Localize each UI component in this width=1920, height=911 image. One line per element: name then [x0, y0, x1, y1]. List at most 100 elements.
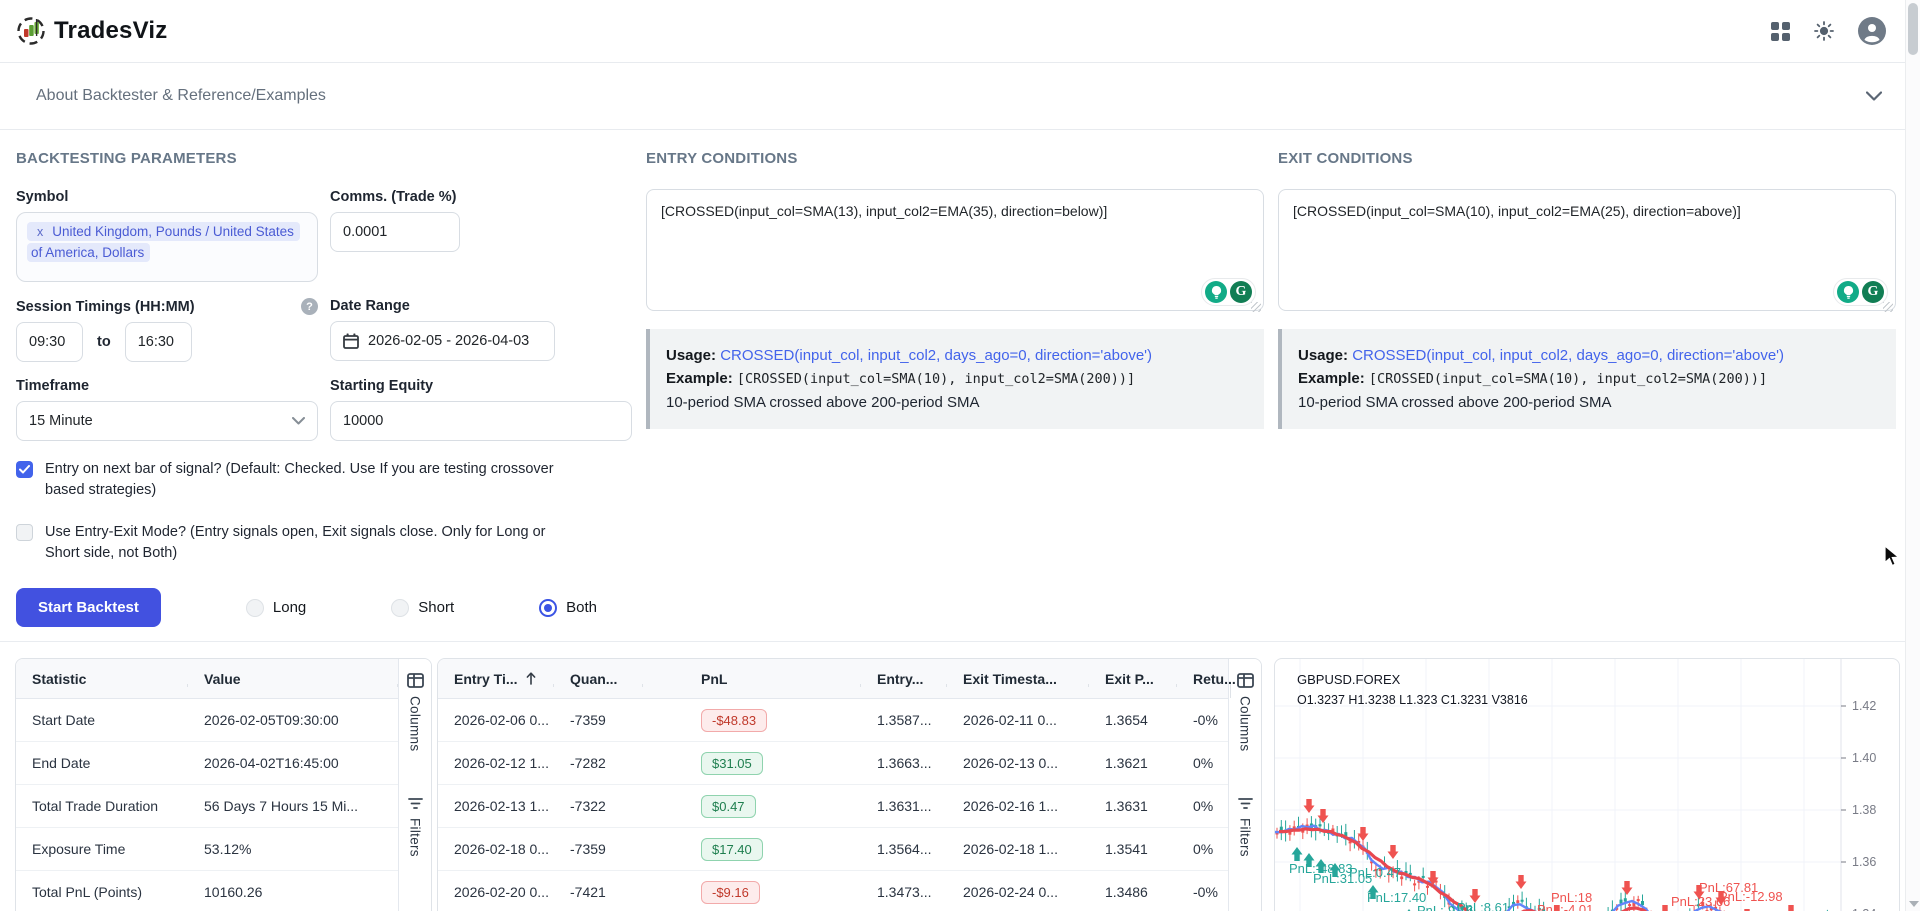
textarea-resize-handle[interactable] [1251, 302, 1261, 312]
radio-circle[interactable] [539, 599, 557, 617]
table-row[interactable]: Total PnL (Points)10160.26 [16, 871, 398, 911]
grammarly-widget[interactable]: G [1201, 278, 1256, 306]
entry-exit-checkbox[interactable] [16, 524, 33, 541]
y-axis-tick-label: 1.40 [1852, 751, 1876, 765]
columns-panel-button[interactable]: Columns [407, 673, 424, 751]
table-row[interactable]: 2026-02-12 1...-7282$31.051.3663...2026-… [438, 742, 1228, 785]
entry-conditions-input[interactable]: [CROSSED(input_col=SMA(13), input_col2=E… [646, 189, 1264, 311]
symbol-input[interactable]: xUnited Kingdom, Pounds / United States … [16, 212, 318, 282]
entry-time: 2026-02-13 1... [438, 798, 554, 814]
filters-panel-label: Filters [408, 818, 423, 857]
remove-symbol-button[interactable]: x [37, 225, 43, 239]
filters-panel-button[interactable]: Filters [408, 797, 423, 857]
columns-panel-label: Columns [408, 696, 423, 751]
pnl-marker-label: PnL:18 [1551, 890, 1592, 905]
sell-marker-icon [1304, 799, 1315, 813]
brand[interactable]: TradesViz [16, 16, 167, 46]
radio-circle[interactable] [391, 599, 409, 617]
account-avatar[interactable] [1858, 17, 1886, 45]
chart-legend: GBPUSD.FOREX O1.3237 H1.3238 L1.323 C1.3… [1297, 672, 1528, 707]
column-header-quantity[interactable]: Quan... [554, 671, 643, 687]
date-range-input[interactable]: 2026-02-05 - 2026-04-03 [330, 321, 555, 361]
stat-value: 56 Days 7 Hours 15 Mi... [188, 798, 398, 814]
column-header-entry-time[interactable]: Entry Ti... [438, 671, 554, 687]
starting-equity-input[interactable] [330, 401, 632, 441]
column-header-entry-price[interactable]: Entry... [861, 671, 947, 687]
trades-table: Entry Ti... Quan... PnL Entry... Exit Ti… [437, 658, 1262, 911]
scrollbar-down-arrow[interactable] [1909, 901, 1919, 907]
table-row[interactable]: 2026-02-18 0...-7359$17.401.3564...2026-… [438, 828, 1228, 871]
column-header-exit-price[interactable]: Exit P... [1089, 671, 1177, 687]
comms-input[interactable] [330, 212, 460, 252]
suggestion-bulb-icon[interactable] [1837, 281, 1859, 303]
entry-conditions-title: ENTRY CONDITIONS [646, 150, 1264, 167]
next-bar-checkbox-row: Entry on next bar of signal? (Default: C… [16, 459, 632, 501]
scrollbar-thumb[interactable] [1908, 3, 1918, 55]
y-axis-tick-label: 1.38 [1852, 803, 1876, 817]
y-axis-tick-label: 1.42 [1852, 699, 1876, 713]
exit-price: 1.3654 [1089, 712, 1177, 728]
page-scrollbar[interactable] [1905, 0, 1920, 911]
suggestion-bulb-icon[interactable] [1205, 281, 1227, 303]
grammarly-icon[interactable]: G [1230, 281, 1252, 303]
usage-description: 10-period SMA crossed above 200-period S… [666, 391, 1248, 414]
price-chart-panel[interactable]: GBPUSD.FOREX O1.3237 H1.3238 L1.323 C1.3… [1274, 658, 1900, 911]
grammarly-icon[interactable]: G [1862, 281, 1884, 303]
stat-value: 2026-04-02T16:45:00 [188, 755, 398, 771]
textarea-resize-handle[interactable] [1883, 302, 1893, 312]
usage-signature-link[interactable]: CROSSED(input_col, input_col2, days_ago=… [720, 347, 1152, 364]
pnl-badge: -$48.83 [701, 709, 767, 732]
trades-header-row: Entry Ti... Quan... PnL Entry... Exit Ti… [438, 659, 1228, 699]
calendar-icon [343, 333, 359, 349]
stat-name: End Date [16, 755, 188, 771]
exit-timestamp: 2026-02-24 0... [947, 884, 1089, 900]
table-row[interactable]: Exposure Time53.12% [16, 828, 398, 871]
sell-marker-icon [1660, 905, 1671, 911]
session-to-word: to [97, 334, 111, 350]
example-code: [CROSSED(input_col=SMA(10), input_col2=S… [737, 371, 1135, 387]
pnl-cell: $17.40 [643, 838, 861, 861]
columns-panel-button[interactable]: Columns [1237, 673, 1254, 751]
date-range-field: Date Range 2026-02-05 - 2026-04-03 [330, 298, 632, 362]
column-header-value[interactable]: Value [188, 671, 398, 687]
entry-price: 1.3587... [861, 712, 947, 728]
table-row[interactable]: 2026-02-20 0...-7421-$9.161.3473...2026-… [438, 871, 1228, 911]
table-row[interactable]: 2026-02-13 1...-7322$0.471.3631...2026-0… [438, 785, 1228, 828]
radio-circle[interactable] [246, 599, 264, 617]
stat-name: Start Date [16, 712, 188, 728]
sell-marker-icon [1388, 845, 1399, 859]
exit-price: 1.3541 [1089, 841, 1177, 857]
side-radio-long[interactable]: Long [246, 599, 306, 617]
entry-price: 1.3473... [861, 884, 947, 900]
next-bar-checkbox[interactable] [16, 461, 33, 478]
sell-marker-icon [1786, 905, 1797, 911]
column-header-statistic[interactable]: Statistic [16, 671, 188, 687]
help-icon[interactable]: ? [301, 298, 318, 315]
backtesting-parameters-title: BACKTESTING PARAMETERS [16, 150, 632, 167]
side-radio-short[interactable]: Short [391, 599, 454, 617]
exit-conditions-input[interactable]: [CROSSED(input_col=SMA(10), input_col2=E… [1278, 189, 1896, 311]
session-to-input[interactable] [125, 322, 192, 362]
quantity: -7322 [554, 798, 643, 814]
column-header-exit-timestamp[interactable]: Exit Timesta... [947, 671, 1089, 687]
table-row[interactable]: 2026-02-06 0...-7359-$48.831.3587...2026… [438, 699, 1228, 742]
side-radio-both[interactable]: Both [539, 599, 597, 617]
filters-panel-button[interactable]: Filters [1238, 797, 1253, 857]
start-backtest-button[interactable]: Start Backtest [16, 588, 161, 627]
entry-time: 2026-02-06 0... [438, 712, 554, 728]
table-row[interactable]: Start Date2026-02-05T09:30:00 [16, 699, 398, 742]
apps-grid-icon[interactable] [1771, 22, 1790, 41]
stats-body: Start Date2026-02-05T09:30:00End Date202… [16, 699, 398, 911]
table-row[interactable]: Total Trade Duration56 Days 7 Hours 15 M… [16, 785, 398, 828]
column-header-pnl[interactable]: PnL [643, 671, 861, 687]
usage-signature-link[interactable]: CROSSED(input_col, input_col2, days_ago=… [1352, 347, 1784, 364]
about-backtester-accordion[interactable]: About Backtester & Reference/Examples [0, 62, 1920, 130]
grammarly-widget[interactable]: G [1833, 278, 1888, 306]
theme-sun-icon[interactable] [1814, 21, 1834, 41]
radio-label: Long [273, 599, 306, 616]
session-from-input[interactable] [16, 322, 83, 362]
table-row[interactable]: End Date2026-04-02T16:45:00 [16, 742, 398, 785]
column-header-return[interactable]: Retu... [1177, 671, 1231, 687]
exit-conditions-section: EXIT CONDITIONS [CROSSED(input_col=SMA(1… [1278, 150, 1896, 627]
timeframe-select[interactable]: 15 Minute [16, 401, 318, 441]
